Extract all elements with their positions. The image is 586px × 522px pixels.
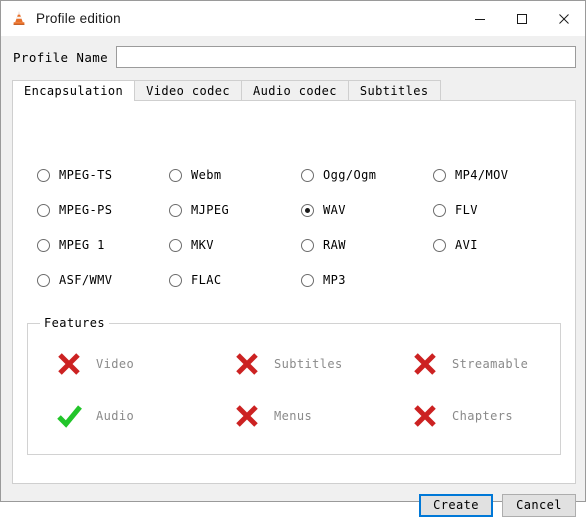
- tab-label: Audio codec: [253, 84, 337, 98]
- radio-label: Ogg/Ogm: [323, 168, 377, 182]
- feature-label: Video: [96, 357, 135, 371]
- radio-webm[interactable]: Webm: [169, 166, 222, 184]
- radio-label: AVI: [455, 238, 478, 252]
- radio-mjpeg[interactable]: MJPEG: [169, 201, 229, 219]
- tab-encapsulation[interactable]: Encapsulation: [12, 80, 136, 102]
- title-bar: Profile edition: [1, 1, 585, 36]
- radio-indicator[interactable]: [169, 238, 182, 252]
- cancel-button[interactable]: Cancel: [502, 493, 576, 517]
- radio-indicator[interactable]: [301, 203, 314, 217]
- radio-label: MPEG-TS: [59, 168, 113, 182]
- radio-ogg-ogm[interactable]: Ogg/Ogm: [301, 166, 376, 184]
- tab-subtitles[interactable]: Subtitles: [347, 80, 441, 101]
- check-icon: [54, 401, 84, 431]
- radio-label: WAV: [323, 203, 346, 217]
- radio-raw[interactable]: RAW: [301, 236, 346, 254]
- radio-indicator[interactable]: [301, 168, 314, 182]
- tab-audio-codec[interactable]: Audio codec: [241, 80, 349, 101]
- profile-name-input[interactable]: [116, 46, 576, 68]
- window-title: Profile edition: [36, 11, 121, 26]
- radio-indicator[interactable]: [169, 168, 182, 182]
- feature-label: Audio: [96, 409, 135, 423]
- feature-chapters: Chapters: [410, 401, 513, 431]
- radio-mpeg-ts[interactable]: MPEG-TS: [37, 166, 112, 184]
- feature-streamable: Streamable: [410, 349, 528, 379]
- radio-indicator[interactable]: [301, 273, 314, 287]
- tab-label: Subtitles: [359, 84, 429, 98]
- radio-indicator[interactable]: [37, 203, 50, 217]
- radio-indicator[interactable]: [37, 238, 50, 252]
- cross-icon: [232, 349, 262, 379]
- feature-label: Streamable: [452, 357, 529, 371]
- radio-asf-wmv[interactable]: ASF/WMV: [37, 271, 112, 289]
- feature-menus: Menus: [232, 401, 312, 431]
- radio-label: MP3: [323, 273, 346, 287]
- profile-edition-dialog: Profile edition Profile Name Encapsulati…: [0, 0, 586, 517]
- tab-bar: Encapsulation Video codec Audio codec Su…: [12, 80, 576, 102]
- cross-icon: [54, 349, 84, 379]
- vlc-cone-icon: [10, 10, 28, 28]
- radio-avi[interactable]: AVI: [433, 236, 478, 254]
- radio-mpeg-ps[interactable]: MPEG-PS: [37, 201, 112, 219]
- radio-indicator[interactable]: [37, 273, 50, 287]
- radio-label: RAW: [323, 238, 346, 252]
- radio-mp4-mov[interactable]: MP4/MOV: [433, 166, 508, 184]
- radio-flac[interactable]: FLAC: [169, 271, 222, 289]
- profile-name-label: Profile Name: [13, 49, 109, 65]
- radio-label: FLAC: [191, 273, 222, 287]
- radio-mp3[interactable]: MP3: [301, 271, 346, 289]
- maximize-icon[interactable]: [501, 1, 543, 36]
- cross-icon: [232, 401, 262, 431]
- cross-icon: [410, 401, 440, 431]
- radio-label: MJPEG: [191, 203, 230, 217]
- radio-label: MKV: [191, 238, 214, 252]
- radio-indicator[interactable]: [433, 168, 446, 182]
- radio-label: MPEG 1: [59, 238, 105, 252]
- minimize-icon[interactable]: [459, 1, 501, 36]
- features-legend: Features: [40, 316, 109, 330]
- radio-indicator[interactable]: [169, 273, 182, 287]
- close-icon[interactable]: [543, 1, 585, 36]
- radio-label: Webm: [191, 168, 222, 182]
- dialog-body: Profile Name Encapsulation Video codec A…: [1, 36, 586, 517]
- feature-subtitles: Subtitles: [232, 349, 343, 379]
- radio-indicator[interactable]: [37, 168, 50, 182]
- tab-label: Video codec: [146, 84, 230, 98]
- create-button[interactable]: Create: [419, 493, 493, 517]
- radio-label: MP4/MOV: [455, 168, 509, 182]
- cross-icon: [410, 349, 440, 379]
- feature-label: Subtitles: [274, 357, 343, 371]
- radio-flv[interactable]: FLV: [433, 201, 478, 219]
- radio-label: ASF/WMV: [59, 273, 113, 287]
- encapsulation-panel: MPEG-TS MPEG-PS MPEG 1 ASF/WMV Webm MJPEG MKV F…: [12, 100, 576, 484]
- radio-indicator[interactable]: [301, 238, 314, 252]
- feature-audio: Audio: [54, 401, 134, 431]
- radio-label: MPEG-PS: [59, 203, 113, 217]
- feature-video: Video: [54, 349, 134, 379]
- dialog-footer: Create Cancel: [1, 488, 586, 522]
- radio-indicator[interactable]: [169, 203, 182, 217]
- radio-indicator[interactable]: [433, 203, 446, 217]
- profile-name-row: Profile Name: [1, 44, 586, 70]
- feature-label: Chapters: [452, 409, 513, 423]
- radio-label: FLV: [455, 203, 478, 217]
- features-group: Features Video Audio Subtitles Menus Streama…: [27, 316, 561, 455]
- radio-wav[interactable]: WAV: [301, 201, 346, 219]
- tab-label: Encapsulation: [24, 84, 124, 98]
- window-controls: [459, 1, 585, 36]
- radio-mpeg-1[interactable]: MPEG 1: [37, 236, 105, 254]
- radio-indicator[interactable]: [433, 238, 446, 252]
- radio-mkv[interactable]: MKV: [169, 236, 214, 254]
- tab-video-codec[interactable]: Video codec: [134, 80, 242, 101]
- feature-label: Menus: [274, 409, 313, 423]
